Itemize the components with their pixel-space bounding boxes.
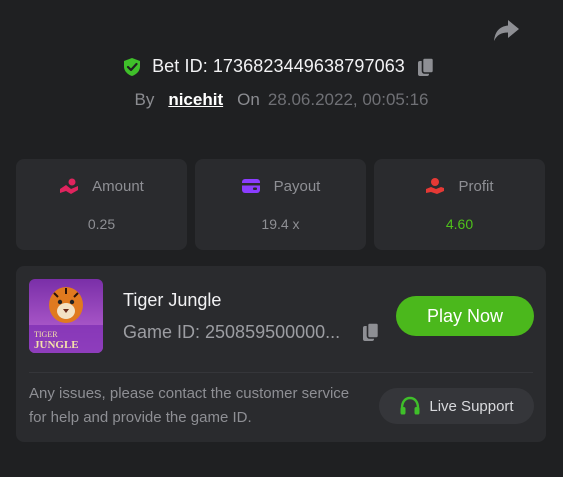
stat-profit: Profit 4.60	[374, 159, 545, 250]
stat-amount-label: Amount	[92, 177, 144, 195]
stat-profit-value: 4.60	[445, 216, 474, 232]
by-label: By	[134, 90, 155, 109]
copy-bet-id-icon[interactable]	[417, 56, 435, 77]
profit-icon	[426, 178, 445, 194]
verified-shield-icon	[124, 57, 141, 76]
card-divider	[29, 372, 533, 373]
bet-datetime: 28.06.2022, 00:05:16	[267, 90, 429, 109]
bet-id-value: 1736823449638797063	[212, 56, 405, 76]
headset-icon	[400, 396, 420, 415]
stat-payout-value: 19.4 x	[261, 216, 300, 232]
copy-game-id-icon[interactable]	[362, 322, 380, 342]
stat-payout: Payout 19.4 x	[195, 159, 366, 250]
stat-amount-value: 0.25	[87, 216, 116, 232]
username-link[interactable]: nicehit	[168, 90, 223, 110]
game-thumbnail[interactable]: TIGER JUNGLE	[29, 279, 103, 353]
stat-payout-label: Payout	[273, 177, 321, 195]
bet-meta-row: By nicehit On 28.06.2022, 00:05:16	[0, 90, 563, 110]
share-icon[interactable]	[492, 18, 520, 44]
live-support-button[interactable]: Live Support	[379, 388, 534, 424]
play-now-button[interactable]: Play Now	[396, 296, 534, 336]
thumbnail-title-line2: JUNGLE	[34, 339, 79, 351]
payout-icon	[241, 179, 260, 193]
support-note: Any issues, please contact the customer …	[29, 385, 350, 426]
game-title: Tiger Jungle	[123, 290, 222, 310]
amount-icon	[60, 178, 79, 194]
stat-amount: Amount 0.25	[16, 159, 187, 250]
live-support-label: Live Support	[429, 397, 514, 415]
stat-profit-label: Profit	[458, 177, 494, 195]
bet-id-label: Bet ID:	[152, 56, 208, 76]
bet-id-row: Bet ID: 1736823449638797063	[0, 56, 563, 77]
game-card: TIGER JUNGLE Tiger Jungle Game ID: 25085…	[16, 266, 546, 442]
game-id: Game ID: 250859500000...	[123, 322, 341, 342]
on-label: On	[237, 90, 260, 109]
thumbnail-title-line1: TIGER	[34, 330, 58, 339]
